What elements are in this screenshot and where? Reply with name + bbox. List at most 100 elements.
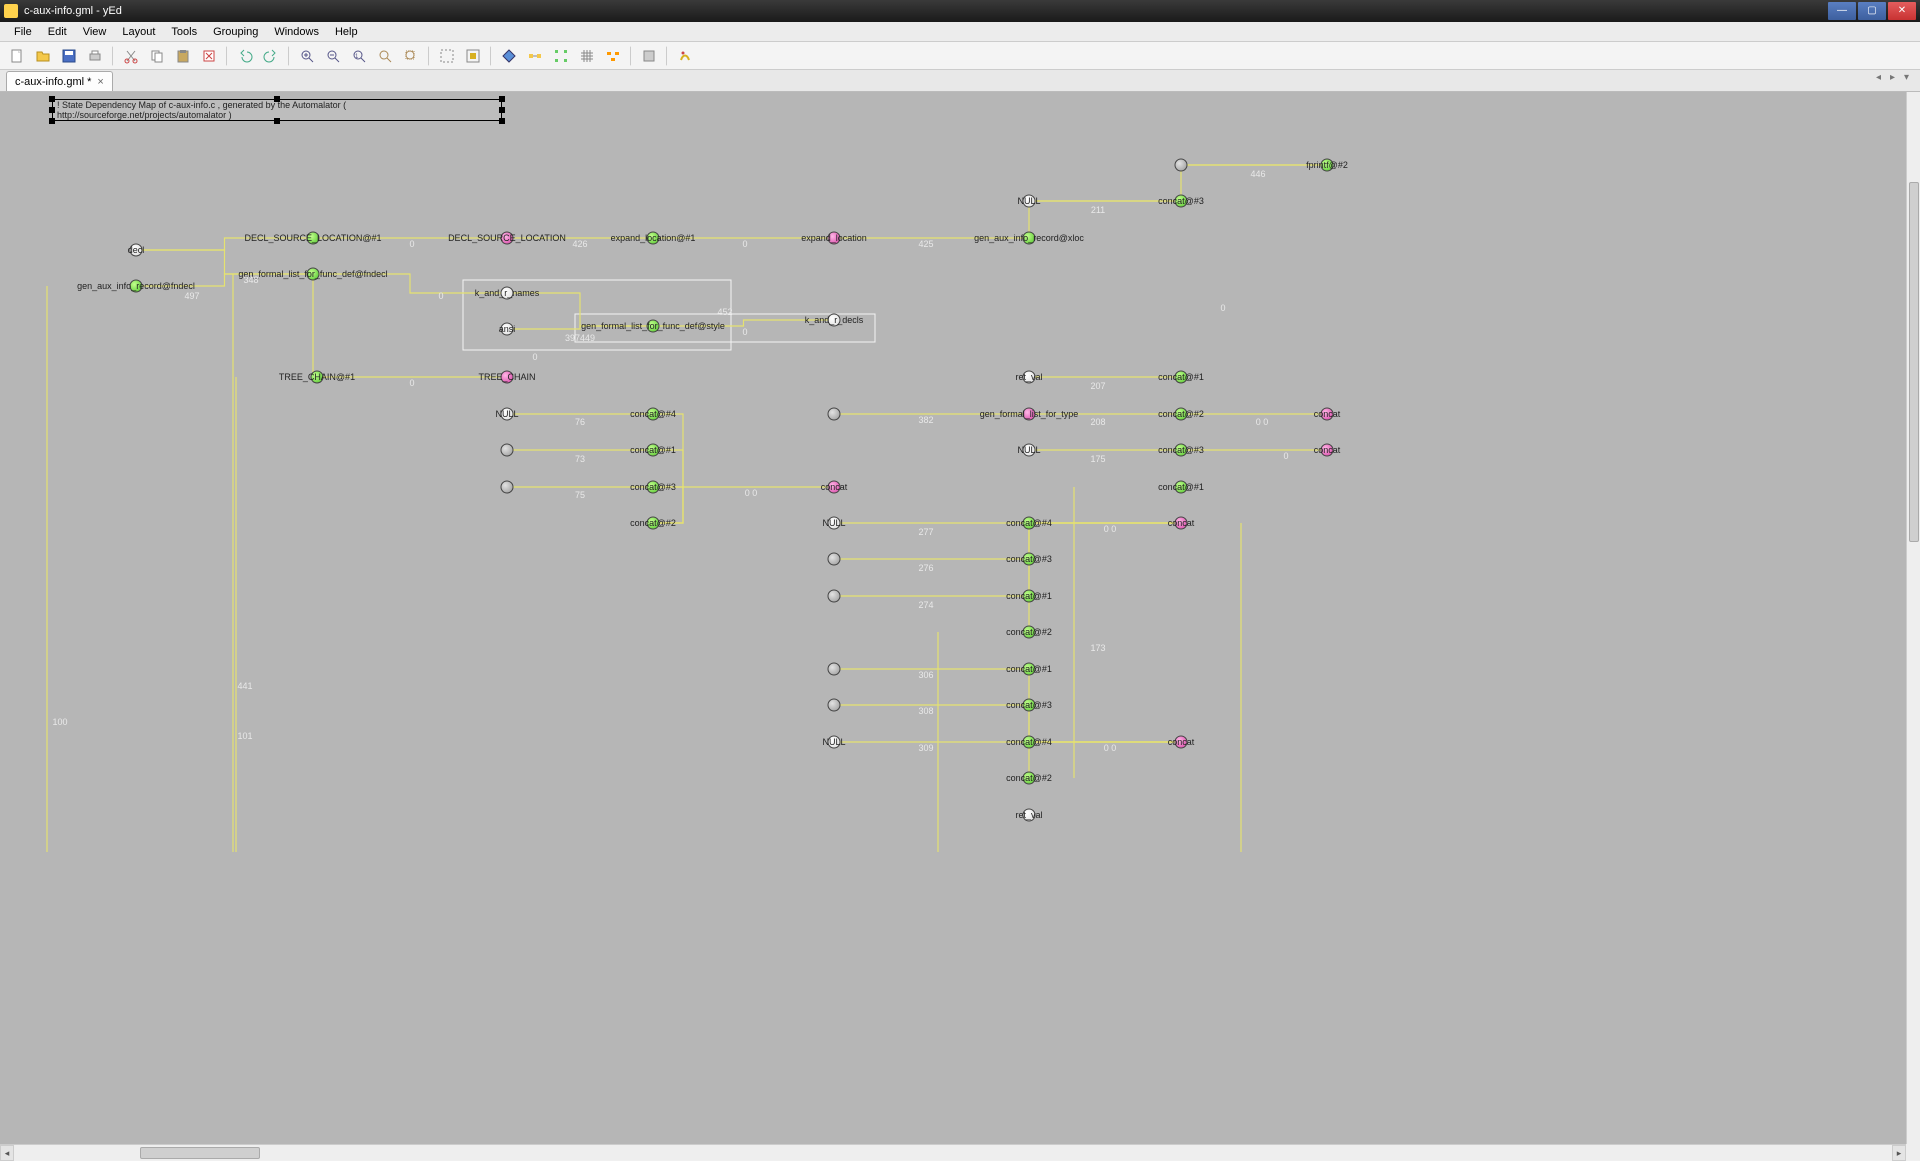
graph-node[interactable] xyxy=(828,314,841,327)
zoom-in-button[interactable] xyxy=(296,45,318,67)
layout-organic-button[interactable] xyxy=(524,45,546,67)
graph-node[interactable] xyxy=(1175,736,1188,749)
selection-handle[interactable] xyxy=(499,96,505,102)
layout-grid-button[interactable] xyxy=(576,45,598,67)
undo-button[interactable] xyxy=(234,45,256,67)
cut-button[interactable] xyxy=(120,45,142,67)
new-file-button[interactable] xyxy=(6,45,28,67)
copy-button[interactable] xyxy=(146,45,168,67)
graph-node[interactable] xyxy=(1023,736,1036,749)
maximize-button[interactable]: ▢ xyxy=(1858,2,1886,20)
graph-node[interactable] xyxy=(1023,517,1036,530)
graph-node[interactable] xyxy=(1023,444,1036,457)
selection-handle[interactable] xyxy=(274,118,280,124)
vertical-scrollbar[interactable] xyxy=(1906,92,1920,1144)
graph-node[interactable] xyxy=(501,323,514,336)
graph-node[interactable] xyxy=(1023,195,1036,208)
graph-node[interactable] xyxy=(1321,408,1334,421)
graph-node[interactable] xyxy=(1023,553,1036,566)
graph-node[interactable] xyxy=(647,444,660,457)
graph-node[interactable] xyxy=(1023,663,1036,676)
delete-button[interactable] xyxy=(198,45,220,67)
graph-node[interactable] xyxy=(647,232,660,245)
hscroll-left-arrow[interactable]: ◂ xyxy=(0,1145,14,1161)
tab-prev-icon[interactable]: ◂ xyxy=(1876,72,1886,82)
graph-node[interactable] xyxy=(307,268,320,281)
graph-node[interactable] xyxy=(828,517,841,530)
graph-node[interactable] xyxy=(501,371,514,384)
zoom-fit-button[interactable] xyxy=(374,45,396,67)
graph-node[interactable] xyxy=(130,280,143,293)
selection-handle[interactable] xyxy=(274,96,280,102)
horizontal-scrollbar[interactable]: ◂ ▸ xyxy=(0,1144,1906,1160)
settings-button[interactable] xyxy=(674,45,696,67)
fit-content-button[interactable] xyxy=(436,45,458,67)
tab-list-icon[interactable]: ▾ xyxy=(1904,72,1914,82)
print-button[interactable] xyxy=(84,45,106,67)
graph-node[interactable] xyxy=(1023,809,1036,822)
hscroll-right-arrow[interactable]: ▸ xyxy=(1892,1145,1906,1161)
close-button[interactable]: ✕ xyxy=(1888,2,1916,20)
graph-node[interactable] xyxy=(647,517,660,530)
graph-node[interactable] xyxy=(1175,195,1188,208)
menu-help[interactable]: Help xyxy=(327,26,366,38)
selection-handle[interactable] xyxy=(49,107,55,113)
graph-node[interactable] xyxy=(1175,408,1188,421)
graph-node[interactable] xyxy=(307,232,320,245)
graph-node[interactable] xyxy=(1023,772,1036,785)
selection-handle[interactable] xyxy=(49,118,55,124)
redo-button[interactable] xyxy=(260,45,282,67)
paste-button[interactable] xyxy=(172,45,194,67)
graph-node[interactable] xyxy=(647,481,660,494)
graph-node[interactable] xyxy=(828,663,841,676)
graph-node[interactable] xyxy=(1023,371,1036,384)
hscroll-thumb[interactable] xyxy=(140,1147,260,1159)
menu-edit[interactable]: Edit xyxy=(40,26,75,38)
menu-windows[interactable]: Windows xyxy=(266,26,327,38)
group-button[interactable] xyxy=(638,45,660,67)
tab-next-icon[interactable]: ▸ xyxy=(1890,72,1900,82)
graph-node[interactable] xyxy=(130,244,143,257)
vscroll-thumb[interactable] xyxy=(1909,182,1919,542)
graph-node[interactable] xyxy=(501,232,514,245)
graph-node[interactable] xyxy=(1023,232,1036,245)
graph-node[interactable] xyxy=(1321,159,1334,172)
graph-node[interactable] xyxy=(1175,481,1188,494)
graph-node[interactable] xyxy=(828,699,841,712)
menu-grouping[interactable]: Grouping xyxy=(205,26,266,38)
graph-node[interactable] xyxy=(1175,159,1188,172)
graph-node[interactable] xyxy=(501,481,514,494)
menu-file[interactable]: File xyxy=(6,26,40,38)
zoom-selection-button[interactable] xyxy=(400,45,422,67)
graph-node[interactable] xyxy=(1175,517,1188,530)
graph-node[interactable] xyxy=(311,371,324,384)
graph-node[interactable] xyxy=(1023,590,1036,603)
graph-node[interactable] xyxy=(1175,444,1188,457)
graph-node[interactable] xyxy=(1321,444,1334,457)
zoom-out-button[interactable] xyxy=(322,45,344,67)
zoom-reset-button[interactable]: 1 xyxy=(348,45,370,67)
graph-node[interactable] xyxy=(1023,626,1036,639)
graph-node[interactable] xyxy=(501,287,514,300)
graph-node[interactable] xyxy=(828,232,841,245)
select-all-button[interactable] xyxy=(462,45,484,67)
graph-node[interactable] xyxy=(828,590,841,603)
selection-handle[interactable] xyxy=(499,107,505,113)
document-tab[interactable]: c-aux-info.gml * × xyxy=(6,71,113,91)
graph-node[interactable] xyxy=(1023,699,1036,712)
graph-node[interactable] xyxy=(828,553,841,566)
layout-tree-button[interactable] xyxy=(602,45,624,67)
graph-canvas[interactable]: ! State Dependency Map of c-aux-info.c ,… xyxy=(0,92,1920,1144)
layout-orthogonal-button[interactable] xyxy=(550,45,572,67)
minimize-button[interactable]: — xyxy=(1828,2,1856,20)
graph-node[interactable] xyxy=(1175,371,1188,384)
graph-node[interactable] xyxy=(647,320,660,333)
menu-view[interactable]: View xyxy=(75,26,115,38)
graph-node[interactable] xyxy=(828,408,841,421)
graph-node[interactable] xyxy=(501,408,514,421)
open-file-button[interactable] xyxy=(32,45,54,67)
close-tab-icon[interactable]: × xyxy=(97,76,103,88)
menu-layout[interactable]: Layout xyxy=(114,26,163,38)
selection-handle[interactable] xyxy=(49,96,55,102)
layout-hierarchical-button[interactable] xyxy=(498,45,520,67)
